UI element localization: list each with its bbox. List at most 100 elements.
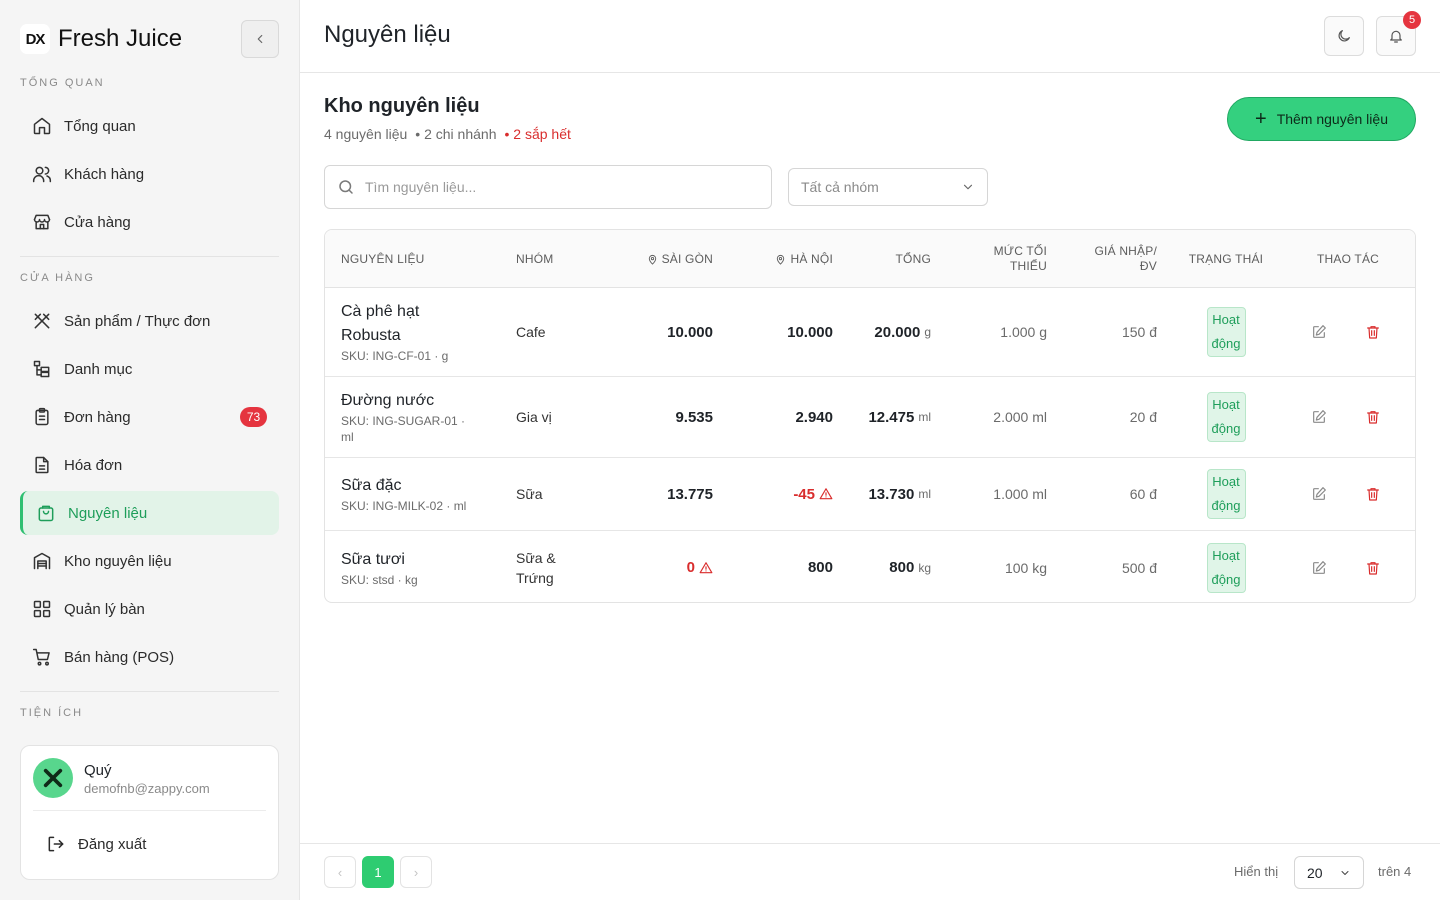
column-header-saigon-label: SÀI GÒN	[661, 251, 713, 266]
cart-icon	[32, 648, 50, 666]
ingredient-cell: Sữa tươi SKU: stsd · kg	[341, 531, 506, 602]
sidebar-item-label: Cửa hàng	[64, 213, 131, 231]
sidebar-collapse-button[interactable]	[241, 20, 279, 58]
brand[interactable]: DX Fresh Juice	[20, 22, 182, 56]
total-items-label: trên 4	[1378, 864, 1412, 879]
column-header-status[interactable]: TRẠNG THÁI	[1175, 230, 1277, 288]
add-ingredient-button[interactable]: + Thêm nguyên liệu	[1227, 97, 1416, 141]
ingredient-count: 4 nguyên liệu	[324, 126, 408, 142]
group-filter-select[interactable]: Tất cả nhóm	[788, 168, 988, 206]
top-header: Nguyên liệu 5	[300, 0, 1440, 73]
group-name: Sữa &	[516, 549, 556, 566]
status-badge-line: động	[1211, 421, 1241, 436]
edit-button[interactable]	[1311, 458, 1331, 530]
logout-icon	[48, 836, 64, 852]
sidebar-item-label: Đơn hàng	[64, 408, 131, 426]
status-badge-line: động	[1211, 571, 1241, 587]
group-filter-value: Tất cả nhóm	[801, 179, 879, 195]
sidebar-item-products[interactable]: Sản phẩm / Thực đơn	[20, 299, 279, 343]
page-button-1[interactable]: 1	[362, 856, 394, 888]
hanoi-stock-cell: -45	[725, 458, 833, 530]
ingredient-name: Sữa đặc	[341, 477, 402, 494]
trash-icon	[1367, 326, 1379, 339]
total-stock-value: 20.000	[874, 323, 921, 341]
sidebar-item-tables[interactable]: Quản lý bàn	[20, 587, 279, 631]
ingredient-sku: SKU: ING-CF-01 · g	[341, 349, 449, 363]
trash-icon	[1367, 488, 1379, 501]
user-name: Quý	[84, 762, 112, 779]
edit-icon	[1313, 325, 1326, 338]
column-header-saigon[interactable]: SÀI GÒN	[605, 230, 713, 288]
section-label-overview: TỔNG QUAN	[20, 77, 105, 89]
edit-button[interactable]	[1311, 288, 1331, 376]
sidebar-item-invoices[interactable]: Hóa đơn	[20, 443, 279, 487]
table-row[interactable]: Đường nước SKU: ING-SUGAR-01 · ml Gia vị…	[325, 377, 1415, 458]
column-header-min-level-line1: MỨC TỐI	[993, 244, 1047, 258]
sidebar-item-stores[interactable]: Cửa hàng	[20, 200, 279, 244]
column-header-hanoi[interactable]: HÀ NỘI	[725, 230, 833, 288]
page-size-label: Hiển thị	[1234, 864, 1279, 879]
table-row[interactable]: Sữa đặc SKU: ING-MILK-02 · ml Sữa 13.775…	[325, 458, 1415, 531]
column-header-hanoi-label: HÀ NỘI	[790, 251, 833, 266]
page-size-select[interactable]: 20	[1294, 856, 1364, 889]
hanoi-stock-value: 800	[807, 559, 833, 576]
total-stock-unit: ml	[918, 487, 931, 501]
sidebar-item-overview[interactable]: Tổng quan	[20, 104, 279, 148]
status-badge-line: Hoạt	[1212, 547, 1240, 563]
theme-toggle-button[interactable]	[1324, 16, 1364, 56]
status-badge: Hoạt động	[1206, 542, 1246, 593]
sidebar-item-categories[interactable]: Danh mục	[20, 347, 279, 391]
sidebar: DX Fresh Juice TỔNG QUAN Tổng quan Khách…	[0, 0, 300, 900]
home-icon	[33, 117, 51, 135]
sidebar-item-label: Khách hàng	[64, 165, 145, 183]
min-level-cell: 1.000 ml	[993, 486, 1047, 502]
column-header-min-level[interactable]: MỨC TỐI THIỂU	[945, 230, 1047, 288]
total-stock-value: 12.475	[868, 408, 915, 426]
table-row[interactable]: Sữa tươi SKU: stsd · kg Sữa & Trứng 0 80…	[325, 531, 1415, 602]
saigon-stock-value: 0	[686, 559, 695, 576]
column-header-actions: THAO TÁC	[1316, 251, 1380, 266]
saigon-stock-cell: 10.000	[605, 288, 713, 376]
sidebar-item-warehouse[interactable]: Kho nguyên liệu	[20, 539, 279, 583]
edit-button[interactable]	[1311, 531, 1331, 602]
column-header-total[interactable]: TỔNG	[845, 230, 931, 288]
notifications-button[interactable]: 5	[1376, 11, 1421, 56]
sidebar-item-label: Danh mục	[64, 360, 133, 378]
logout-button[interactable]: Đăng xuất	[33, 824, 268, 864]
hanoi-stock-value: 2.940	[795, 408, 833, 426]
delete-button[interactable]	[1365, 458, 1385, 530]
avatar[interactable]	[33, 758, 73, 798]
group-cell: Cafe	[516, 324, 546, 340]
delete-button[interactable]	[1365, 531, 1385, 602]
delete-button[interactable]	[1365, 288, 1385, 376]
sidebar-item-ingredients[interactable]: Nguyên liệu	[20, 491, 279, 535]
map-pin-icon	[777, 254, 785, 265]
column-header-price[interactable]: GIÁ NHẬP/ ĐV	[1065, 230, 1157, 288]
next-page-button[interactable]: ›	[400, 856, 432, 888]
edit-button[interactable]	[1311, 377, 1331, 457]
sidebar-item-orders[interactable]: Đơn hàng 73	[20, 395, 279, 439]
section-title: Kho nguyên liệu	[324, 95, 480, 117]
user-card: Quý demofnb@zappy.com Đăng xuất	[20, 745, 279, 880]
column-header-ingredient[interactable]: NGUYÊN LIỆU	[341, 230, 491, 288]
table-row[interactable]: Cà phê hạt Robusta SKU: ING-CF-01 · g Ca…	[325, 288, 1415, 377]
sidebar-item-label: Kho nguyên liệu	[64, 552, 172, 570]
prev-page-button[interactable]: ‹	[324, 856, 356, 888]
min-level-cell: 2.000 ml	[993, 409, 1047, 425]
ingredient-name: Cà phê hạt	[341, 303, 420, 320]
price-cell: 150 đ	[1121, 324, 1157, 340]
chevron-left-icon	[257, 34, 263, 44]
column-header-group[interactable]: NHÓM	[516, 230, 606, 288]
sidebar-item-label: Bán hàng (POS)	[64, 648, 175, 666]
total-stock-cell: 20.000 g	[845, 288, 931, 376]
sidebar-item-customers[interactable]: Khách hàng	[20, 152, 279, 196]
search-box[interactable]	[324, 165, 772, 209]
search-input[interactable]	[365, 179, 745, 195]
ingredient-name: Robusta	[341, 327, 401, 344]
delete-button[interactable]	[1365, 377, 1385, 457]
user-email: demofnb@zappy.com	[84, 781, 210, 796]
sidebar-divider	[20, 691, 279, 692]
sidebar-item-pos[interactable]: Bán hàng (POS)	[20, 635, 279, 679]
moon-icon	[1338, 30, 1350, 42]
status-badge-line: động	[1211, 336, 1241, 351]
